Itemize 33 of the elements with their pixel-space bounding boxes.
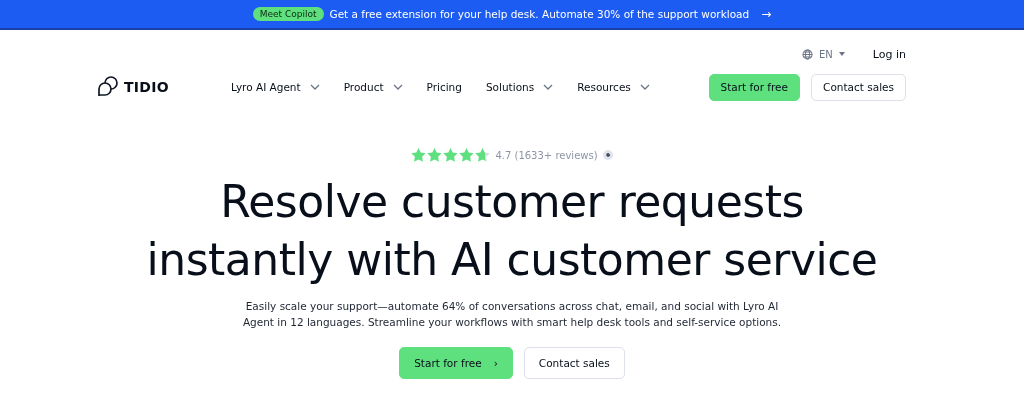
banner-text[interactable]: Get a free extension for your help desk. Automate 30% of the support workload [329,8,750,20]
start-button[interactable]: Start for free › [399,347,513,379]
login-link[interactable]: Log in [872,47,906,61]
language-selector[interactable]: EN [819,48,833,60]
chevron-down-icon[interactable] [392,84,403,90]
rating-text: 4.7 (1633+ reviews) [495,149,598,161]
star-icon [427,148,443,162]
chevron-down-icon[interactable] [543,84,554,90]
hero-description: Easily scale your support—automate 64% of conversations across chat, email, and social with Lyro AI [245,299,779,314]
contact-button[interactable]: Contact sales [523,347,625,379]
google-icon[interactable] [602,150,613,160]
contact-button[interactable]: Contact sales [811,73,906,101]
nav-item[interactable]: Solutions [485,81,554,93]
star-icon [411,148,427,162]
nav-item[interactable]: Product [343,81,403,93]
globe-icon[interactable] [802,48,813,60]
logo-text[interactable]: TIDIO [124,79,169,95]
star-icon [459,148,475,162]
nav-item[interactable]: Lyro AI Agent [231,81,320,93]
nav-item[interactable]: Resources [577,81,650,93]
nav-item[interactable]: Pricing [426,81,462,93]
copilot-badge[interactable]: Meet Copilot [252,7,324,21]
star-icon [443,148,459,162]
caret-icon[interactable] [838,52,845,56]
chevron-down-icon[interactable] [639,84,650,90]
start-button[interactable]: Start for free [708,73,801,101]
hero-title: Resolve customer requests [220,175,804,229]
star-icon [475,148,491,162]
hero-description: Agent in 12 languages. Streamline your workflows with smart help desk tools and self-service options. [242,315,782,330]
arrow-icon[interactable]: → [761,7,772,21]
chevron-down-icon[interactable] [309,84,320,90]
logo-icon[interactable] [97,76,119,98]
hero-title: instantly with AI customer service [146,233,878,287]
